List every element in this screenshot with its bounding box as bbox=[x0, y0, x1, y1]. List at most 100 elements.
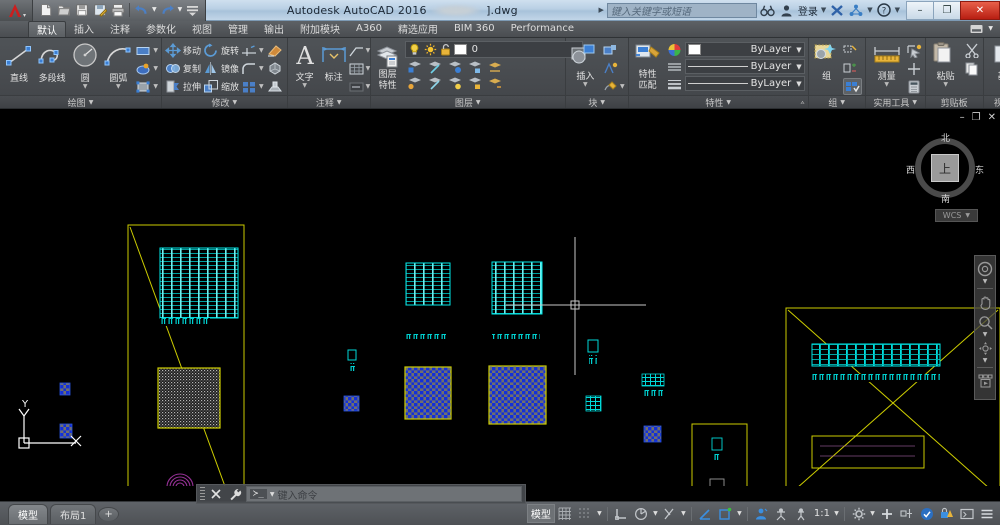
tool-copy[interactable]: 复制 bbox=[165, 60, 201, 77]
application-menu-button[interactable] bbox=[0, 0, 33, 21]
annotation-visibility-toggle[interactable] bbox=[877, 504, 896, 523]
ribbon-tab-parametric[interactable]: 参数化 bbox=[138, 21, 184, 37]
layout-tab-layout1[interactable]: 布局1 bbox=[50, 503, 97, 524]
tool-point-style[interactable] bbox=[906, 60, 922, 77]
tool-group-edit[interactable] bbox=[843, 60, 862, 77]
panel-properties-title[interactable]: 特性 ▼ ⟑ bbox=[628, 95, 808, 109]
zoom-extents-icon[interactable] bbox=[976, 313, 994, 331]
save-icon[interactable] bbox=[73, 2, 90, 19]
view-cube-east-label[interactable]: 东 bbox=[975, 163, 984, 176]
panel-groups-title[interactable]: 组 ▼ bbox=[808, 95, 865, 109]
grid-display-toggle[interactable] bbox=[556, 504, 575, 523]
tool-stretch[interactable]: 拉伸 bbox=[165, 78, 201, 95]
panel-block-title[interactable]: 块 ▼ bbox=[565, 95, 628, 109]
panel-layers-title[interactable]: 图层 ▼ bbox=[370, 95, 565, 109]
clean-screen-icon[interactable] bbox=[957, 504, 976, 523]
tool-edit-attributes[interactable]: ▼ bbox=[603, 78, 625, 95]
tool-cut[interactable] bbox=[964, 42, 980, 59]
pan-hand-icon[interactable] bbox=[976, 293, 994, 311]
tool-circle[interactable]: 圆 ▼ bbox=[69, 40, 101, 90]
ortho-mode-toggle[interactable] bbox=[612, 504, 631, 523]
osnap-tracking-caret[interactable]: ▼ bbox=[680, 510, 687, 517]
tool-break[interactable] bbox=[266, 78, 284, 95]
linetype-dropdown-caret[interactable]: ▼ bbox=[796, 63, 801, 71]
ribbon-tab-annotate[interactable]: 注释 bbox=[102, 21, 138, 37]
zoom-caret[interactable]: ▼ bbox=[983, 332, 988, 338]
tool-measure[interactable]: 测量 ▼ bbox=[869, 40, 905, 88]
tool-quick-select[interactable] bbox=[906, 42, 922, 59]
undo-dropdown-caret[interactable]: ▼ bbox=[151, 7, 158, 13]
redo-dropdown-caret[interactable]: ▼ bbox=[177, 7, 184, 13]
tool-ungroup[interactable] bbox=[843, 42, 862, 59]
ribbon-tab-bim360[interactable]: BIM 360 bbox=[446, 21, 503, 37]
linetype-dropdown[interactable]: ByLayer ▼ bbox=[684, 59, 805, 74]
annotation-style-caret[interactable]: ▼ bbox=[366, 83, 371, 90]
tool-rectangle[interactable]: ▼ bbox=[135, 42, 158, 59]
properties-dialog-launcher[interactable]: ⟑ bbox=[800, 98, 804, 107]
close-button[interactable]: ✕ bbox=[960, 0, 1000, 20]
search-binoculars-icon[interactable] bbox=[760, 2, 776, 18]
orbit-icon[interactable] bbox=[976, 339, 994, 357]
hardware-acceleration-icon[interactable] bbox=[917, 504, 936, 523]
redo-icon[interactable] bbox=[159, 2, 176, 19]
panel-clipboard-title[interactable]: 剪贴板 bbox=[925, 95, 983, 109]
plot-icon[interactable] bbox=[109, 2, 126, 19]
model-space-toggle[interactable]: 模型 bbox=[526, 504, 555, 523]
tool-mirror[interactable]: 镜像 bbox=[203, 60, 239, 77]
tool-explode[interactable] bbox=[266, 60, 284, 77]
autodesk-exchange-icon[interactable] bbox=[829, 2, 845, 18]
maximize-button[interactable]: ❐ bbox=[933, 0, 960, 20]
ribbon-tab-view[interactable]: 视图 bbox=[184, 21, 220, 37]
transparency-toggle[interactable] bbox=[772, 504, 791, 523]
ribbon-tab-featured-apps[interactable]: 精选应用 bbox=[390, 21, 446, 37]
drawing-minimize-button[interactable]: – bbox=[960, 112, 965, 123]
ribbon-tab-output[interactable]: 输出 bbox=[256, 21, 292, 37]
tool-match-properties[interactable]: 特性 匹配 bbox=[632, 41, 664, 91]
tool-polyline[interactable]: 多段线 bbox=[36, 40, 68, 84]
save-as-icon[interactable] bbox=[91, 2, 108, 19]
tool-line[interactable]: 直线 bbox=[3, 40, 35, 84]
help-caret[interactable]: ▼ bbox=[895, 6, 900, 14]
workspace-switching-icon[interactable] bbox=[849, 504, 868, 523]
showmotion-icon[interactable] bbox=[976, 372, 994, 390]
tool-arc-caret[interactable]: ▼ bbox=[116, 84, 121, 90]
polar-tracking-toggle[interactable] bbox=[632, 504, 651, 523]
tool-copy-clip[interactable] bbox=[964, 60, 980, 77]
layer-dropdown[interactable]: 0 ▼ bbox=[404, 41, 583, 58]
tool-rectangle-caret[interactable]: ▼ bbox=[153, 47, 158, 54]
panel-annotation-title[interactable]: 注释 ▼ bbox=[287, 95, 370, 109]
tool-move[interactable]: 移动 bbox=[165, 42, 201, 59]
drawing-close-button[interactable]: ✕ bbox=[988, 112, 996, 123]
minimize-button[interactable]: – bbox=[906, 0, 933, 20]
lineweight-toggle[interactable] bbox=[752, 504, 771, 523]
tool-trim-caret[interactable]: ▼ bbox=[259, 47, 264, 54]
ucs-selector-button[interactable]: WCS ▼ bbox=[934, 209, 978, 222]
ribbon-tab-a360[interactable]: A360 bbox=[348, 21, 390, 37]
tool-region[interactable]: ▼ bbox=[135, 78, 158, 95]
object-snap-tracking-toggle[interactable] bbox=[660, 504, 679, 523]
steering-wheel-icon[interactable] bbox=[976, 260, 994, 278]
panel-modify-title[interactable]: 修改 ▼ bbox=[162, 95, 287, 109]
close-icon[interactable] bbox=[208, 486, 224, 502]
annotation-scale-caret[interactable]: ▼ bbox=[833, 510, 840, 517]
ribbon-tab-manage[interactable]: 管理 bbox=[220, 21, 256, 37]
ribbon-tab-default[interactable]: 默认 bbox=[28, 21, 66, 37]
panel-draw-title[interactable]: 绘图 ▼ bbox=[0, 95, 161, 109]
command-line[interactable]: ≻_ ▼ 键入命令 bbox=[196, 484, 526, 504]
undo-icon[interactable] bbox=[133, 2, 150, 19]
security-warning-icon[interactable] bbox=[937, 504, 956, 523]
tool-group-selection-on[interactable] bbox=[842, 78, 862, 95]
tool-create-block[interactable] bbox=[603, 42, 625, 59]
tool-calculator[interactable] bbox=[906, 78, 922, 95]
tool-group[interactable]: 组 bbox=[812, 40, 842, 82]
tool-leader-caret[interactable]: ▼ bbox=[366, 47, 371, 54]
command-input[interactable]: ≻_ ▼ 键入命令 bbox=[246, 486, 522, 502]
layout-tab-new[interactable]: + bbox=[98, 506, 119, 521]
osnap-caret[interactable]: ▼ bbox=[736, 510, 743, 517]
navigation-bar[interactable]: ▼ ▼ ▼ bbox=[974, 255, 996, 400]
view-cube-top-face[interactable]: 上 bbox=[931, 154, 959, 182]
infocenter-expand-caret[interactable]: ▶ bbox=[598, 6, 603, 14]
tool-array-caret[interactable]: ▼ bbox=[259, 83, 264, 90]
tool-arc[interactable]: 圆弧 ▼ bbox=[102, 40, 134, 90]
open-file-icon[interactable] bbox=[55, 2, 72, 19]
